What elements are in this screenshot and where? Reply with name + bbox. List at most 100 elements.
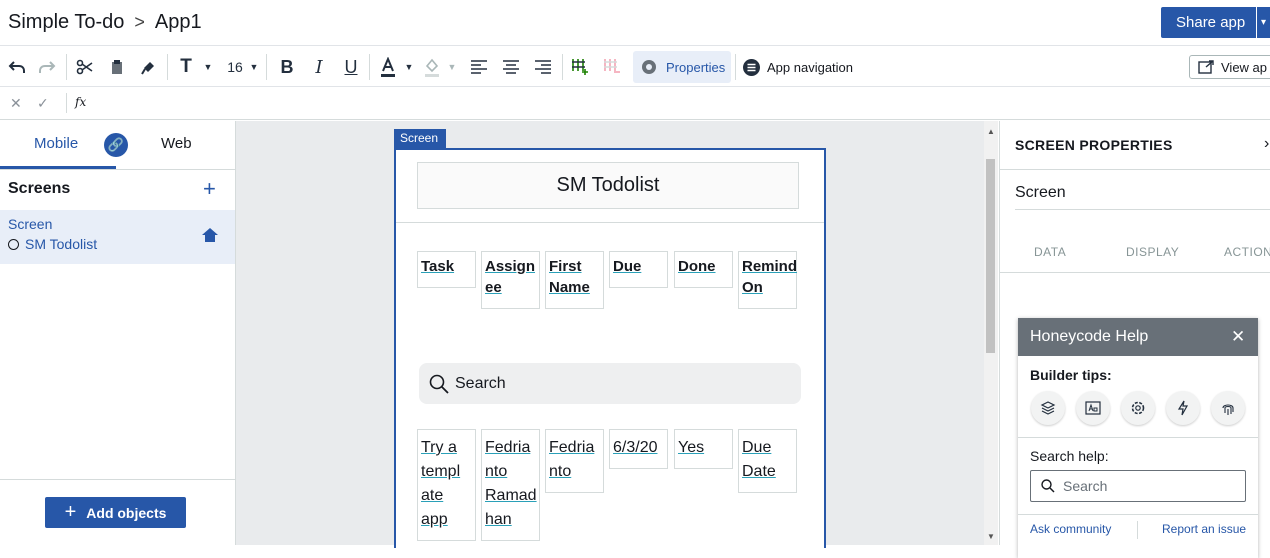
app-navigation-label: App navigation <box>767 59 854 75</box>
chevron-down-icon[interactable]: ▼ <box>202 55 214 79</box>
header-cell[interactable]: Remind On <box>738 251 797 309</box>
format-painter-icon[interactable] <box>138 55 160 79</box>
screens-title: Screens <box>8 180 71 197</box>
gear-icon[interactable] <box>1121 391 1155 425</box>
breadcrumb-app[interactable]: Simple To-do <box>8 11 124 34</box>
menu-circle-icon <box>743 58 760 76</box>
fingerprint-icon[interactable] <box>1211 391 1245 425</box>
lightning-icon[interactable] <box>1166 391 1200 425</box>
toolbar: T ▼ 16 ▼ B I U ▼ ▼ Properties App naviga… <box>0 47 1270 87</box>
search-icon <box>1041 479 1055 493</box>
search-icon <box>429 374 449 394</box>
ask-community-link[interactable]: Ask community <box>1030 522 1111 536</box>
link-separator <box>1137 521 1138 539</box>
screen-list-item[interactable]: Screen SM Todolist <box>0 210 235 264</box>
screen-item-object[interactable]: SM Todolist <box>8 236 97 252</box>
share-app-button[interactable]: Share app <box>1161 7 1256 38</box>
scroll-down-icon[interactable]: ▼ <box>987 532 995 541</box>
circle-icon <box>8 238 19 250</box>
help-search-placeholder: Search <box>1063 478 1108 494</box>
title-divider <box>396 222 824 223</box>
link-icon[interactable]: 🔗 <box>104 133 128 157</box>
chevron-down-icon: ▼ <box>447 62 457 72</box>
home-icon <box>202 228 218 247</box>
fx-icon: fx <box>75 95 87 109</box>
tab-divider <box>0 169 236 170</box>
gear-icon <box>642 60 656 74</box>
font-color-icon[interactable] <box>377 55 399 79</box>
table-row-cell[interactable]: Fedria nto Ramad han <box>481 429 540 541</box>
screen-tag[interactable]: Screen <box>394 129 446 148</box>
share-dropdown-icon[interactable]: ▾ <box>1257 7 1270 38</box>
collapse-panel-icon[interactable]: › <box>1264 135 1269 153</box>
header-cell[interactable]: Done <box>674 251 733 288</box>
bold-icon[interactable]: B <box>276 55 298 79</box>
table-row-cell[interactable]: Yes <box>674 429 733 469</box>
formula-bar: ✕ ✓ fx <box>0 88 1270 120</box>
add-objects-button[interactable]: + Add objects <box>45 497 186 528</box>
app-title-block[interactable]: SM Todolist <box>417 162 799 209</box>
confirm-formula-icon[interactable]: ✓ <box>37 95 49 112</box>
tab-web[interactable]: Web <box>161 135 192 152</box>
italic-icon[interactable]: I <box>308 55 330 79</box>
layers-icon[interactable] <box>1031 391 1065 425</box>
add-screen-icon[interactable]: + <box>203 176 216 202</box>
search-help-label: Search help: <box>1030 448 1109 464</box>
phone-frame[interactable]: SM Todolist Task Assign ee First Name Due … <box>394 148 826 548</box>
breadcrumb-separator-icon: > <box>134 12 145 32</box>
delete-column-icon[interactable] <box>601 55 623 79</box>
external-link-icon <box>1198 60 1214 74</box>
app-navigation-button[interactable]: App navigation <box>743 51 853 83</box>
table-row-cell[interactable]: Try a templ ate app <box>417 429 476 541</box>
scroll-up-icon[interactable]: ▲ <box>987 127 995 136</box>
tab-display[interactable]: DISPLAY <box>1126 245 1179 259</box>
properties-label: Properties <box>666 59 726 75</box>
redo-icon[interactable] <box>36 55 58 79</box>
tab-actions[interactable]: ACTIONS <box>1224 245 1270 259</box>
design-canvas: Screen SM Todolist Task Assign ee First Na… <box>236 121 998 548</box>
toolbar-divider <box>369 54 370 80</box>
chevron-down-icon[interactable]: ▼ <box>248 55 260 79</box>
properties-button[interactable]: Properties <box>633 51 731 83</box>
field-underline <box>1015 209 1270 210</box>
text-icon[interactable] <box>1076 391 1110 425</box>
header-cell[interactable]: Assign ee <box>481 251 540 309</box>
close-icon[interactable]: ✕ <box>1231 327 1245 347</box>
font-size-select[interactable]: 16 <box>224 55 246 79</box>
fill-color-icon[interactable] <box>421 55 443 79</box>
plus-icon: + <box>64 501 77 523</box>
table-row-cell[interactable]: 6/3/20 <box>609 429 668 469</box>
table-row-cell[interactable]: Fedria nto <box>545 429 604 493</box>
text-style-icon[interactable]: T <box>176 55 196 79</box>
tab-data[interactable]: DATA <box>1034 245 1066 259</box>
builder-tips-label: Builder tips: <box>1030 367 1112 383</box>
align-right-icon[interactable] <box>532 55 554 79</box>
help-title: Honeycode Help <box>1030 328 1149 345</box>
cancel-formula-icon[interactable]: ✕ <box>10 95 22 112</box>
header-cell[interactable]: Task <box>417 251 476 288</box>
view-app-label: View ap <box>1221 59 1268 75</box>
cut-icon[interactable] <box>74 55 96 79</box>
header-cell[interactable]: Due <box>609 251 668 288</box>
add-column-icon[interactable] <box>569 55 591 79</box>
underline-icon[interactable]: U <box>340 55 362 79</box>
scroll-thumb[interactable] <box>986 159 995 353</box>
toolbar-divider <box>66 54 67 80</box>
screen-item-name: Screen <box>8 216 53 232</box>
align-left-icon[interactable] <box>468 55 490 79</box>
align-center-icon[interactable] <box>500 55 522 79</box>
header-cell[interactable]: First Name <box>545 251 604 309</box>
canvas-scrollbar[interactable]: ▲ ▼ <box>984 121 998 545</box>
toolbar-divider <box>562 54 563 80</box>
chevron-down-icon[interactable]: ▼ <box>403 55 415 79</box>
help-search-input[interactable]: Search <box>1030 470 1246 502</box>
paste-icon[interactable] <box>106 55 128 79</box>
table-row-cell[interactable]: Due Date <box>738 429 797 493</box>
search-input[interactable]: Search <box>419 363 801 404</box>
tab-mobile[interactable]: Mobile <box>34 135 78 152</box>
screen-name-field[interactable]: Screen <box>1015 184 1066 202</box>
view-app-button[interactable]: View ap <box>1189 55 1270 79</box>
undo-icon[interactable] <box>6 55 28 79</box>
panel-divider <box>0 479 235 480</box>
report-issue-link[interactable]: Report an issue <box>1162 522 1246 536</box>
